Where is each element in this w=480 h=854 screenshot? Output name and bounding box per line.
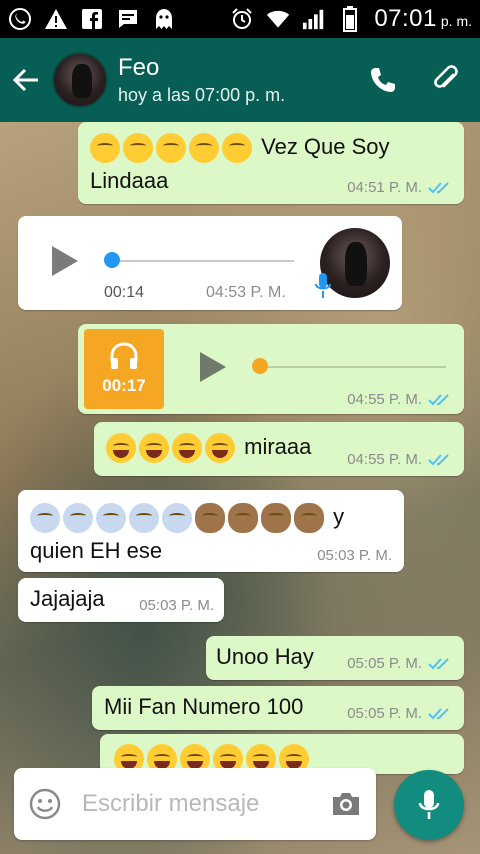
see-no-evil-monkey-icon [294, 503, 324, 534]
back-arrow-icon[interactable] [4, 50, 48, 110]
paperclip-icon[interactable] [430, 63, 464, 97]
audio-message-outgoing[interactable]: 00:17 04:55 P. M. [78, 324, 464, 414]
whatsapp-icon [8, 7, 32, 31]
smiling-emoji-icon [90, 133, 120, 164]
contact-info[interactable]: Feo hoy a las 07:00 p. m. [118, 53, 285, 107]
audio-seek-handle[interactable] [252, 358, 268, 374]
double-check-icon [428, 453, 449, 465]
phone-icon[interactable] [366, 63, 400, 97]
message-composer [14, 768, 376, 840]
signal-icon [302, 7, 326, 31]
play-icon[interactable] [198, 350, 228, 384]
emoji-icon[interactable] [28, 787, 62, 821]
audio-duration: 00:14 [104, 284, 145, 301]
message-time: 05:05 P. M. [347, 705, 422, 722]
message-icon [116, 7, 140, 31]
message-bubble-outgoing[interactable]: Vez Que Soy Lindaaa 04:51 P. M. [78, 122, 464, 204]
message-bubble-outgoing[interactable]: miraaa 04:55 P. M. [94, 422, 464, 476]
screaming-emoji-icon [129, 503, 159, 534]
message-time: 05:03 P. M. [139, 597, 214, 614]
double-check-icon [428, 707, 449, 719]
mic-icon [315, 273, 331, 298]
play-icon[interactable] [50, 244, 80, 278]
mic-icon [418, 790, 440, 819]
clock-time: 07:01 [374, 5, 437, 32]
see-no-evil-monkey-icon [261, 503, 291, 534]
headphones-icon [110, 342, 138, 369]
message-bubble-outgoing[interactable]: Mii Fan Numero 100 05:05 P. M. [92, 686, 464, 730]
smiling-emoji-icon [156, 133, 186, 164]
audio-thumbnail: 00:17 [84, 329, 164, 409]
facebook-icon [80, 7, 104, 31]
message-time: 04:55 P. M. [347, 391, 422, 408]
voice-record-button[interactable] [394, 770, 464, 840]
tears-of-joy-emoji-icon [106, 433, 136, 464]
message-time: 04:51 P. M. [347, 179, 422, 196]
tears-of-joy-emoji-icon [172, 433, 202, 464]
battery-icon [338, 6, 362, 32]
audio-seek-track[interactable] [112, 260, 294, 262]
screaming-emoji-icon [63, 503, 93, 534]
tears-of-joy-emoji-icon [139, 433, 169, 464]
contact-name: Feo [118, 54, 160, 81]
smiling-emoji-icon [189, 133, 219, 164]
screaming-emoji-icon [96, 503, 126, 534]
message-bubble-incoming[interactable]: y quien EH ese 05:03 P. M. [18, 490, 404, 572]
smiling-emoji-icon [123, 133, 153, 164]
status-bar: 07:01 p. m. [0, 0, 480, 38]
audio-message-incoming[interactable]: 00:14 04:53 P. M. [18, 216, 402, 310]
message-time: 05:05 P. M. [347, 655, 422, 672]
double-check-icon [428, 657, 449, 669]
see-no-evil-monkey-icon [228, 503, 258, 534]
screaming-emoji-icon [30, 503, 60, 534]
tears-of-joy-emoji-icon [205, 433, 235, 464]
double-check-icon [428, 181, 449, 193]
double-check-icon [428, 393, 449, 405]
message-text: Mii Fan Numero 100 [104, 694, 304, 719]
audio-seek-track[interactable] [264, 366, 446, 368]
message-text: miraaa [244, 434, 312, 459]
message-time: 05:03 P. M. [317, 547, 392, 564]
audio-seek-handle[interactable] [104, 252, 120, 268]
audio-duration: 00:17 [102, 376, 146, 395]
message-text: Jajajaja [30, 586, 105, 611]
clock-ampm: p. m. [440, 13, 472, 29]
message-bubble-incoming[interactable]: Jajajaja 05:03 P. M. [18, 578, 224, 622]
camera-icon[interactable] [330, 788, 362, 820]
screaming-emoji-icon [162, 503, 192, 534]
wifi-icon [266, 7, 290, 31]
message-input[interactable] [82, 790, 302, 818]
smiling-emoji-icon [222, 133, 252, 164]
alarm-icon [230, 7, 254, 31]
last-seen-status: hoy a las 07:00 p. m. [118, 85, 286, 105]
message-time: 04:53 P. M. [206, 284, 286, 301]
chat-header: Feo hoy a las 07:00 p. m. [0, 38, 480, 122]
alert-icon [44, 7, 68, 31]
ghost-icon [152, 7, 176, 31]
contact-avatar[interactable] [52, 52, 108, 108]
message-text: Unoo Hay [216, 644, 314, 669]
message-time: 04:55 P. M. [347, 451, 422, 468]
message-bubble-outgoing[interactable]: Unoo Hay 05:05 P. M. [206, 636, 464, 680]
see-no-evil-monkey-icon [195, 503, 225, 534]
